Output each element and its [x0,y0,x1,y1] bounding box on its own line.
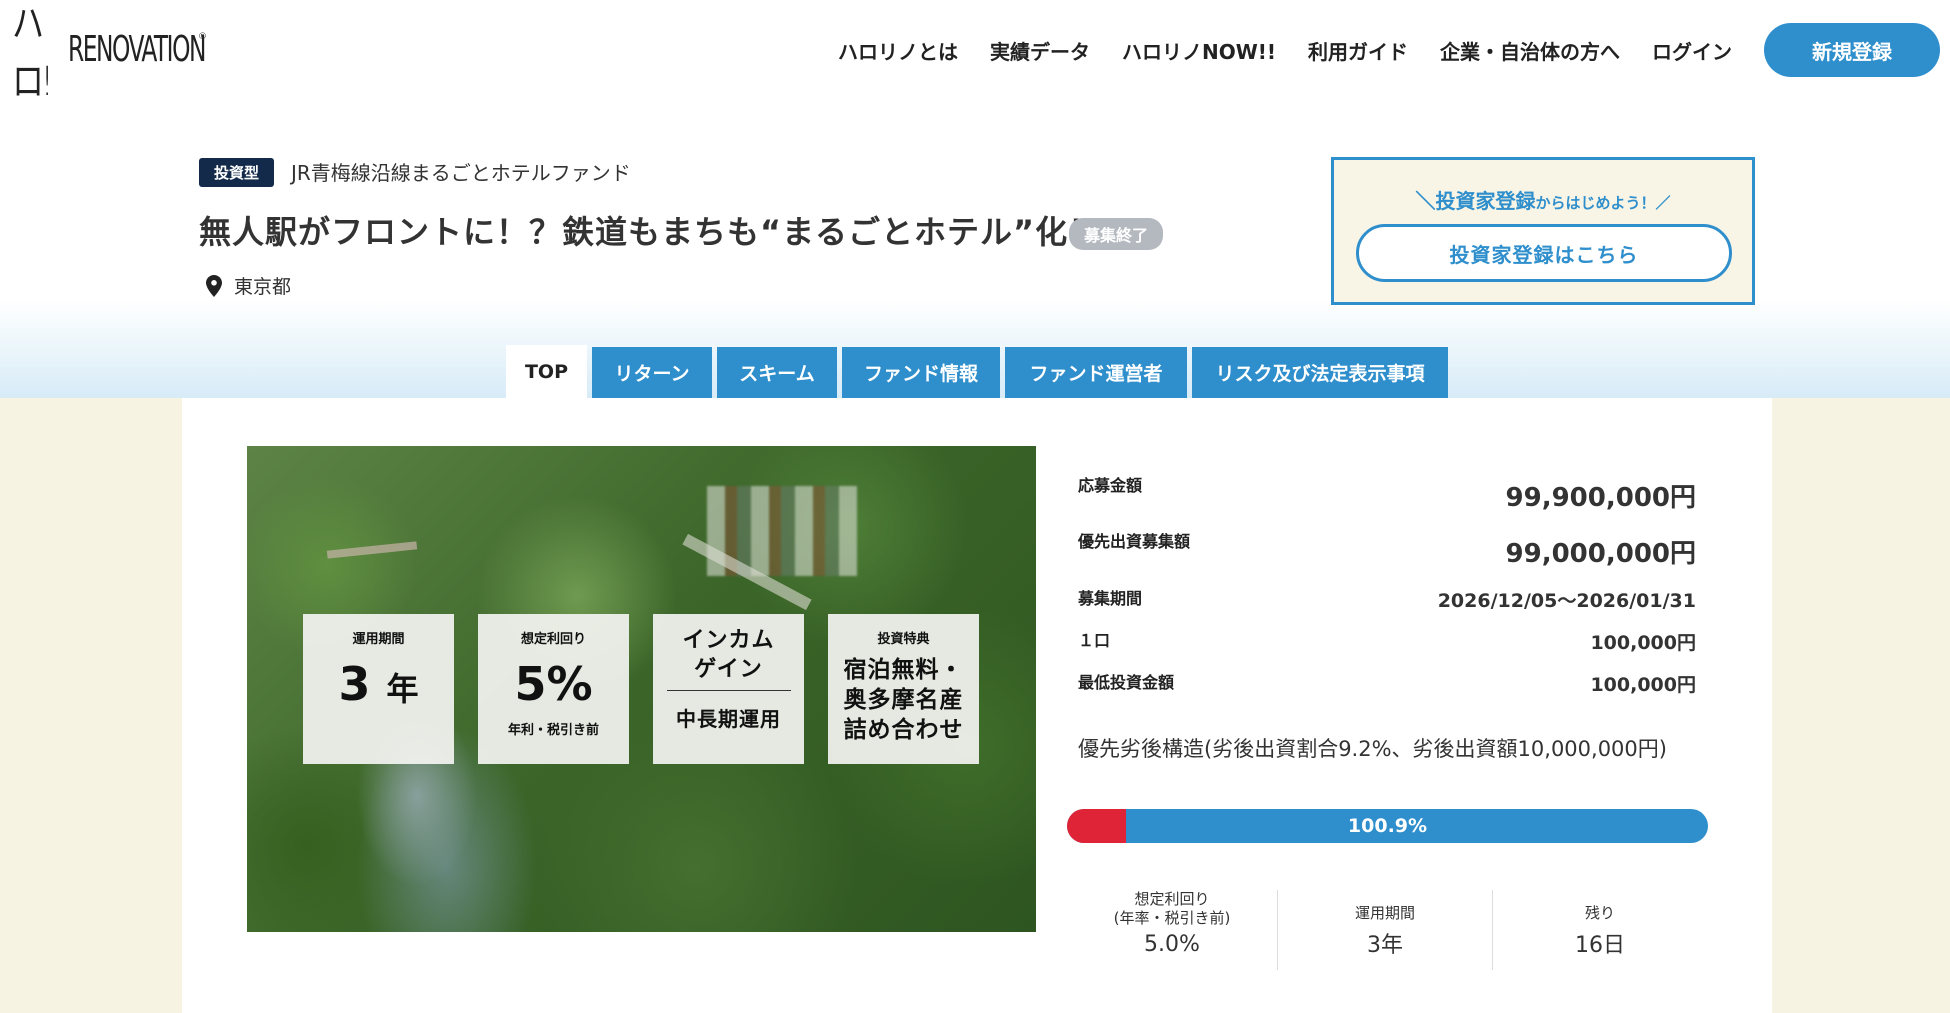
nav-results[interactable]: 実績データ [990,36,1090,65]
hero-card-term-value-row: 3 年 [303,661,454,707]
summary-yield-sublabel: (年率・税引き前) [1113,909,1231,927]
summary-divider [1277,890,1278,970]
structure-text: 優先劣後構造(劣後出資割合9.2%、劣後出資額10,000,000円) [1078,737,1667,761]
summary-yield-label: 想定利回り [1134,890,1210,908]
hero-card-perk-text: 宿泊無料・ 奥多摩名産 詰め合わせ [828,655,979,745]
investor-lead-small: からはじめよう！／ [1535,194,1671,212]
fund-type-badge: 投資型 [199,158,275,187]
hero-card-perk-label: 投資特典 [877,632,930,647]
unit-price-label: １口 [1078,631,1111,650]
tab-top[interactable]: TOP [506,345,587,398]
hero-card-income-line1: インカム [682,628,775,653]
summary-term: 運用期間 3年 [1290,904,1480,986]
hero-bridge [326,541,418,559]
hero-card-income-line2: ゲイン [694,657,763,682]
funding-progress-bar: 100.9% [1067,809,1708,843]
nav-guide[interactable]: 利用ガイド [1308,36,1408,65]
hero-card-term: 運用期間 3 年 [303,614,454,764]
applied-amount-label: 応募金額 [1078,476,1143,495]
min-investment-value: 100,000円 [1590,674,1696,696]
hero-card-income: インカム ゲイン 中長期運用 [653,614,804,764]
hero-card-perk-line1: 宿泊無料・ [843,657,964,683]
summary-remaining-label: 残り [1584,904,1615,922]
investor-registration-box: ＼投資家登録からはじめよう！／ 投資家登録はこちら [1331,157,1755,305]
hero-card-term-label: 運用期間 [352,632,405,647]
tab-risk-legal[interactable]: リスク及び法定表示事項 [1192,347,1448,398]
summary-remaining: 残り 16日 [1505,904,1695,986]
hero-card-perk-line2: 奥多摩名産 [843,687,964,713]
nav-login[interactable]: ログイン [1652,36,1732,65]
fund-hero-image: 運用期間 3 年 想定利回り 5% 年利・税引き前 インカム ゲイン 中長期運用… [247,446,1036,932]
progress-percent: 100.9% [1347,815,1428,837]
investor-register-button[interactable]: 投資家登録はこちら [1356,224,1732,282]
signup-button[interactable]: 新規登録 [1764,23,1940,77]
hero-card-income-sub: 中長期運用 [676,707,781,731]
summary-term-label: 運用期間 [1354,904,1415,922]
summary-divider [1492,890,1493,970]
summary-yield-value: 5.0% [1144,932,1200,957]
hero-card-term-unit: 年 [386,670,419,708]
priority-amount-value: 99,000,000円 [1505,539,1696,569]
hero-card-perk: 投資特典 宿泊無料・ 奥多摩名産 詰め合わせ [828,614,979,764]
hero-card-yield-label: 想定利回り [520,632,586,647]
hero-card-term-value: 3 [338,657,371,711]
hero-card-income-divider [666,690,791,691]
investor-lead-main: ＼投資家登録 [1415,189,1536,213]
nav-corporate[interactable]: 企業・自治体の方へ [1440,36,1620,65]
tab-fund-info[interactable]: ファンド情報 [842,347,1000,398]
logo-registered-mark: ® [198,32,207,42]
fund-name: JR青梅線沿線まるごとホテルファンド [291,161,631,185]
tab-return[interactable]: リターン [592,347,712,398]
summary-term-value: 3年 [1367,933,1403,958]
main-nav: ハロリノとは 実績データ ハロリノNOW!! 利用ガイド 企業・自治体の方へ ロ… [838,0,1950,100]
status-badge: 募集終了 [1069,218,1164,250]
summary-yield: 想定利回り (年率・税引き前) 5.0% [1078,890,1266,972]
location-pin-icon [206,274,222,297]
location: 東京都 [206,272,291,299]
summary-remaining-value: 16日 [1575,933,1625,958]
fund-tabs: TOP リターン スキーム ファンド情報 ファンド運営者 リスク及び法定表示事項 [506,345,1453,398]
page-title: 無人駅がフロントに！？鉄道もまちも“まるごとホテル”化！ [199,213,1102,251]
hero-card-yield-sub: 年利・税引き前 [507,723,599,738]
hero-card-yield: 想定利回り 5% 年利・税引き前 [478,614,629,764]
hero-card-income-title: インカム ゲイン [653,626,804,684]
location-text: 東京都 [234,276,292,298]
site-logo[interactable]: ハロ! RENOVATION ® [12,1,258,105]
hero-card-yield-value: 5% [514,657,593,711]
hero-card-perk-line3: 詰め合わせ [843,717,964,743]
unit-price-value: 100,000円 [1590,632,1696,654]
logo-text: RENOVATION [68,28,206,70]
nav-about[interactable]: ハロリノとは [838,36,958,65]
tab-fund-operator[interactable]: ファンド運営者 [1005,347,1187,398]
tab-scheme[interactable]: スキーム [717,347,837,398]
logo-mark: ハロ! [12,1,54,105]
period-value: 2026/12/05〜2026/01/31 [1437,590,1696,612]
priority-amount-label: 優先出資募集額 [1078,532,1191,551]
nav-now[interactable]: ハロリノNOW!! [1122,36,1276,65]
period-label: 募集期間 [1078,589,1143,608]
applied-amount-value: 99,900,000円 [1505,483,1696,513]
investor-lead-text: ＼投資家登録からはじめよう！／ [1334,185,1752,214]
site-header: ハロ! RENOVATION ® ハロリノとは 実績データ ハロリノNOW!! … [0,0,1950,105]
min-investment-label: 最低投資金額 [1078,673,1175,692]
